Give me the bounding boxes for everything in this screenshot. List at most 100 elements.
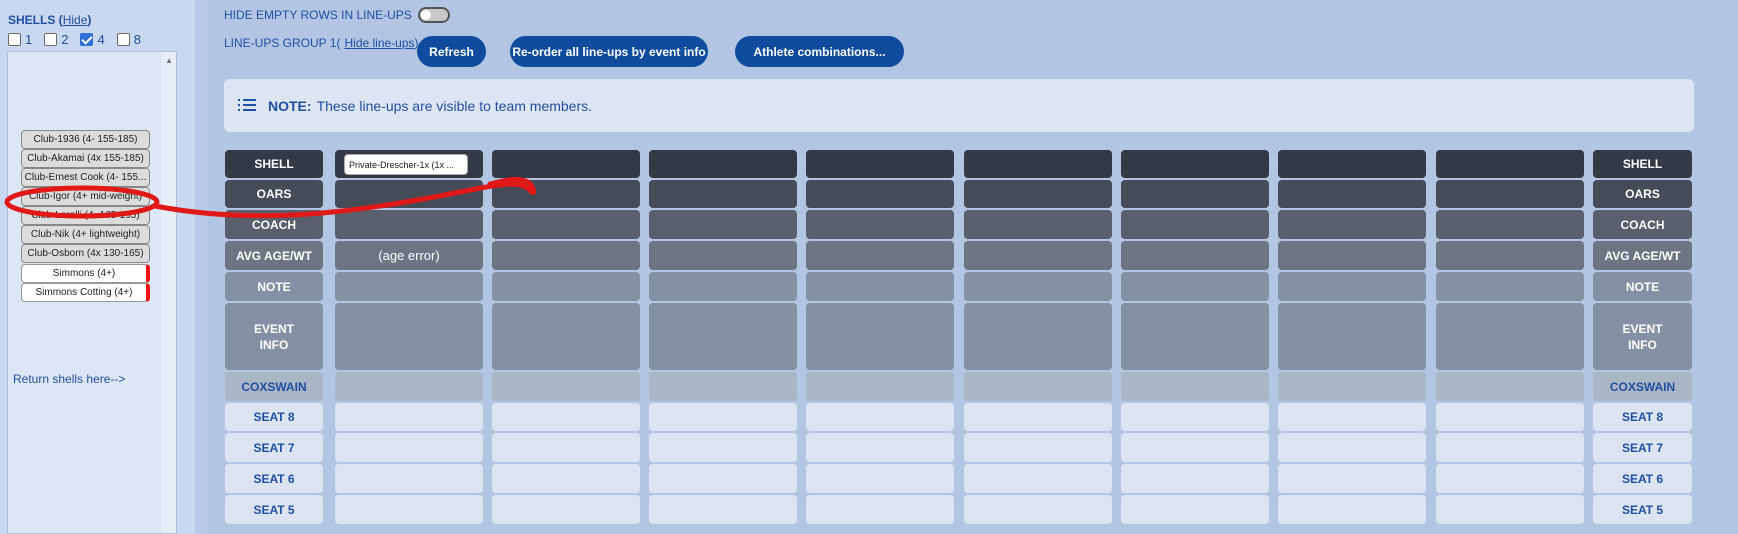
lineup-cell[interactable] [492, 495, 640, 524]
lineup-cell[interactable] [492, 210, 640, 239]
shell-club-osborn[interactable]: Club-Osborn (4x 130-165) [21, 244, 150, 263]
lineup-cell[interactable] [1278, 241, 1426, 270]
lineup-cell[interactable] [1436, 272, 1584, 301]
lineup-cell[interactable] [649, 433, 797, 462]
lineup-cell[interactable] [335, 303, 483, 370]
lineup-cell[interactable] [649, 180, 797, 208]
lineup-cell[interactable] [649, 403, 797, 431]
lineup-cell[interactable] [335, 495, 483, 524]
lineup-cell[interactable] [1121, 241, 1269, 270]
shell-club-ernest-cook[interactable]: Club-Ernest Cook (4- 155... [21, 168, 150, 187]
scrollbar[interactable]: ▲ [162, 52, 176, 533]
lineup-cell[interactable] [335, 210, 483, 239]
lineup-cell[interactable] [335, 403, 483, 431]
lineup-cell[interactable] [806, 303, 954, 370]
lineup-cell[interactable] [1121, 272, 1269, 301]
lineup-cell[interactable] [964, 241, 1112, 270]
lineup-cell[interactable] [335, 180, 483, 208]
lineup-cell[interactable] [1121, 433, 1269, 462]
hide-empty-toggle[interactable] [417, 7, 450, 23]
lineup-cell[interactable] [964, 433, 1112, 462]
lineup-cell[interactable] [1278, 464, 1426, 493]
lineup-cell[interactable] [649, 464, 797, 493]
checkbox-1[interactable] [8, 33, 21, 46]
lineup-cell[interactable] [492, 272, 640, 301]
shell-club-lorelli[interactable]: Club-Lorelli (4- 165-195) [21, 206, 150, 225]
lineup-cell[interactable] [1436, 433, 1584, 462]
lineup-cell[interactable] [964, 372, 1112, 401]
lineup-cell[interactable] [1121, 150, 1269, 178]
shell-club-akamai[interactable]: Club-Akamai (4x 155-185) [21, 149, 150, 168]
lineup-cell[interactable] [335, 464, 483, 493]
lineup-cell[interactable] [964, 403, 1112, 431]
athlete-combinations-button[interactable]: Athlete combinations... [735, 36, 904, 67]
lineup-cell[interactable] [1121, 403, 1269, 431]
lineup-cell[interactable] [1278, 495, 1426, 524]
lineup-cell[interactable] [1436, 303, 1584, 370]
lineup-cell[interactable] [492, 403, 640, 431]
lineup-cell[interactable] [1121, 180, 1269, 208]
hide-shells-link[interactable]: Hide [63, 13, 88, 27]
lineup-cell[interactable] [806, 403, 954, 431]
lineup-cell[interactable] [335, 372, 483, 401]
lineup-cell[interactable] [806, 180, 954, 208]
reorder-button[interactable]: Re-order all line-ups by event info [510, 36, 708, 67]
lineup-cell[interactable] [492, 303, 640, 370]
lineup-cell[interactable] [1436, 464, 1584, 493]
lineup-cell[interactable] [806, 495, 954, 524]
lineup-cell[interactable] [492, 180, 640, 208]
shell-simmons[interactable]: Simmons (4+) [21, 264, 150, 283]
lineup-cell[interactable] [964, 495, 1112, 524]
lineup-cell[interactable] [964, 272, 1112, 301]
checkbox-8[interactable] [116, 33, 130, 46]
shell-simmons-cotting[interactable]: Simmons Cotting (4+) [21, 283, 150, 302]
refresh-button[interactable]: Refresh [417, 36, 486, 67]
lineup-cell[interactable] [1436, 495, 1584, 524]
lineup-cell[interactable]: (age error) [335, 241, 483, 270]
checkbox-2[interactable] [44, 33, 58, 46]
lineup-cell[interactable] [649, 272, 797, 301]
hide-lineups-link[interactable]: Hide line-ups [344, 36, 414, 50]
lineup-cell[interactable] [806, 372, 954, 401]
lineup-cell[interactable] [806, 272, 954, 301]
lineup-cell[interactable] [806, 150, 954, 178]
filter-4[interactable]: 4 [80, 32, 105, 47]
lineup-cell[interactable] [492, 464, 640, 493]
lineup-cell[interactable] [1121, 372, 1269, 401]
filter-1[interactable]: 1 [8, 32, 32, 47]
lineup-cell[interactable] [806, 241, 954, 270]
lineup-cell[interactable] [1436, 403, 1584, 431]
scroll-up-arrow-icon[interactable]: ▲ [165, 56, 173, 65]
lineup-cell[interactable] [492, 372, 640, 401]
shell-club-1936[interactable]: Club-1936 (4- 155-185) [21, 130, 150, 149]
lineup-cell[interactable] [1278, 210, 1426, 239]
filter-8[interactable]: 8 [116, 32, 141, 47]
lineup-cell[interactable] [1278, 372, 1426, 401]
lineup-cell[interactable] [1436, 180, 1584, 208]
lineup-cell[interactable] [1436, 210, 1584, 239]
lineup-cell[interactable] [1121, 464, 1269, 493]
lineup-cell[interactable] [1121, 303, 1269, 370]
lineup-cell[interactable] [1278, 272, 1426, 301]
lineup-cell[interactable] [806, 433, 954, 462]
shell-club-nik[interactable]: Club-Nik (4+ lightweight) [21, 225, 150, 244]
lineup-cell[interactable] [1278, 303, 1426, 370]
lineup-cell[interactable] [964, 150, 1112, 178]
lineup-cell[interactable] [964, 180, 1112, 208]
lineup-cell[interactable] [649, 150, 797, 178]
lineup-cell[interactable] [492, 150, 640, 178]
lineup-cell[interactable]: Private-Drescher-1x (1x ... [335, 150, 483, 178]
shell-club-igor[interactable]: Club-Igor (4+ mid-weight) [21, 187, 150, 206]
lineup-cell[interactable] [1278, 150, 1426, 178]
lineup-cell[interactable] [335, 433, 483, 462]
lineup-cell[interactable] [649, 210, 797, 239]
lineup-cell[interactable] [1278, 180, 1426, 208]
lineup-cell[interactable] [1278, 433, 1426, 462]
lineup-cell[interactable] [649, 372, 797, 401]
lineup-cell[interactable] [649, 495, 797, 524]
checkbox-4[interactable] [80, 33, 94, 46]
lineup-cell[interactable] [492, 433, 640, 462]
lineup-cell[interactable] [806, 464, 954, 493]
lineup-cell[interactable] [1121, 495, 1269, 524]
filter-2[interactable]: 2 [44, 32, 68, 47]
